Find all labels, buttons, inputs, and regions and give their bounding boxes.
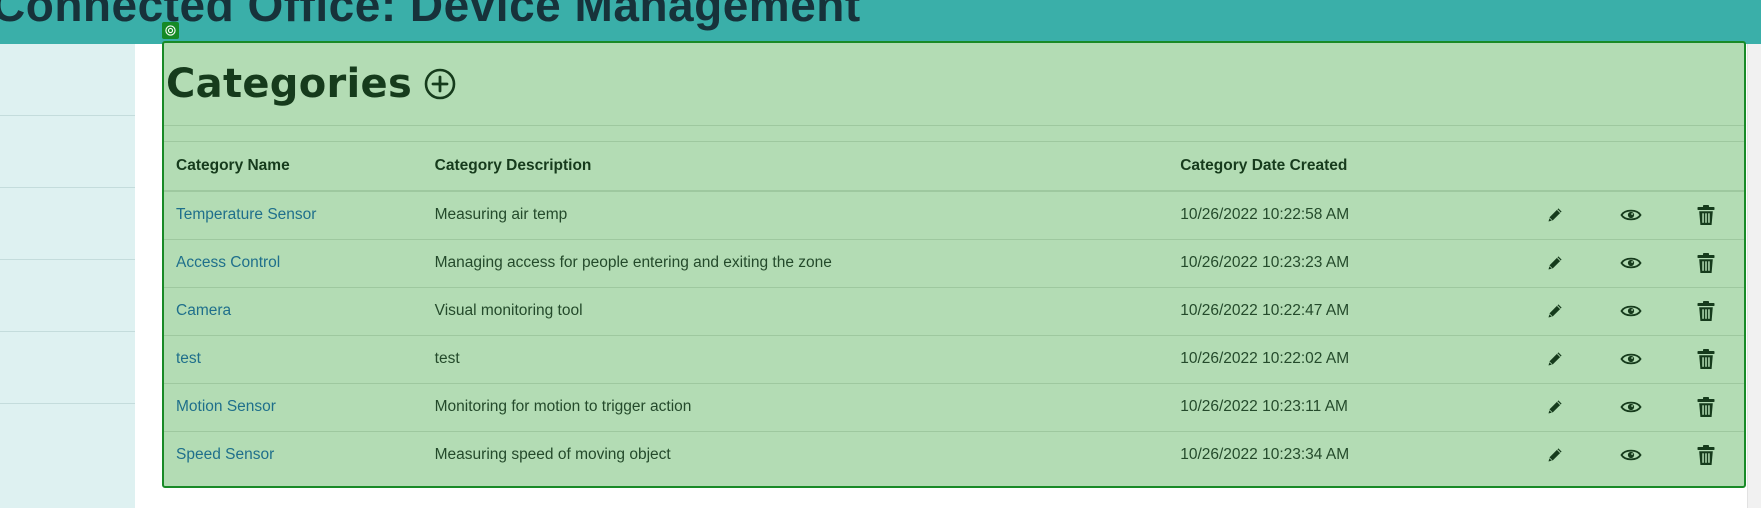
- category-name-cell: Access Control: [164, 239, 435, 288]
- pencil-icon[interactable]: [1545, 205, 1565, 225]
- category-description-cell: Visual monitoring tool: [434, 287, 1181, 336]
- column-header-view: [1592, 142, 1669, 192]
- categories-table: Category Name Category Description Categ…: [164, 142, 1744, 479]
- category-description-cell: Managing access for people entering and …: [434, 239, 1181, 288]
- edit-cell: [1517, 239, 1593, 288]
- sidebar-item[interactable]: [0, 260, 135, 332]
- plus-circle-icon: [424, 68, 456, 100]
- edit-cell: [1517, 383, 1593, 432]
- category-name-link[interactable]: Camera: [176, 302, 231, 319]
- add-category-button[interactable]: [424, 68, 456, 100]
- category-description-cell: test: [434, 335, 1181, 384]
- panel-header: Categories: [164, 43, 1744, 126]
- trash-icon[interactable]: [1696, 300, 1716, 322]
- pencil-icon[interactable]: [1545, 349, 1565, 369]
- category-date-cell: 10/26/2022 10:22:02 AM: [1180, 335, 1518, 384]
- table-row: Speed Sensor Measuring speed of moving o…: [164, 431, 1744, 479]
- column-header-edit: [1517, 142, 1593, 192]
- eye-icon[interactable]: [1620, 255, 1642, 271]
- eye-icon[interactable]: [1620, 447, 1642, 463]
- app-title: Connected Office: Device Management: [0, 0, 861, 31]
- category-name-cell: Camera: [164, 287, 435, 336]
- category-date-cell: 10/26/2022 10:22:47 AM: [1180, 287, 1518, 336]
- edit-cell: [1517, 191, 1593, 240]
- table-row: Motion Sensor Monitoring for motion to t…: [164, 383, 1744, 432]
- sidebar: [0, 44, 135, 508]
- pencil-icon[interactable]: [1545, 253, 1565, 273]
- delete-cell: [1668, 239, 1744, 288]
- view-cell: [1592, 383, 1669, 432]
- divider: [164, 126, 1744, 142]
- eye-icon[interactable]: [1620, 303, 1642, 319]
- category-description-cell: Measuring speed of moving object: [434, 446, 671, 464]
- category-name-cell: Motion Sensor: [164, 383, 435, 432]
- target-icon[interactable]: [162, 22, 179, 39]
- category-name-link[interactable]: Access Control: [176, 254, 280, 271]
- pencil-icon[interactable]: [1545, 397, 1565, 417]
- pencil-icon[interactable]: [1545, 301, 1565, 321]
- categories-panel: Categories Category Name Category Descri…: [162, 41, 1746, 488]
- delete-cell: [1668, 431, 1744, 479]
- category-date-cell: 10/26/2022 10:23:34 AM: [1180, 446, 1350, 464]
- table-row: Temperature Sensor Measuring air temp 10…: [164, 191, 1744, 240]
- category-name-cell: Speed Sensor: [164, 431, 435, 479]
- column-header-delete: [1668, 142, 1744, 192]
- view-cell: [1593, 431, 1669, 479]
- table-row: test test 10/26/2022 10:22:02 AM: [164, 335, 1744, 384]
- edit-cell: [1517, 431, 1593, 479]
- column-header-name: Category Name: [164, 142, 435, 192]
- category-description-cell: Monitoring for motion to trigger action: [434, 383, 1181, 432]
- view-cell: [1592, 239, 1669, 288]
- delete-cell: [1668, 335, 1744, 384]
- column-header-description: Category Description: [434, 142, 1181, 192]
- trash-icon[interactable]: [1696, 252, 1716, 274]
- trash-icon[interactable]: [1696, 204, 1716, 226]
- delete-cell: [1668, 191, 1744, 240]
- eye-icon[interactable]: [1620, 399, 1642, 415]
- pencil-icon[interactable]: [1545, 445, 1565, 465]
- category-name-link[interactable]: test: [176, 350, 201, 367]
- category-name-cell: test: [164, 335, 435, 384]
- delete-cell: [1668, 383, 1744, 432]
- category-name-link[interactable]: Motion Sensor: [176, 398, 276, 415]
- top-header: Connected Office: Device Management: [0, 0, 1761, 44]
- view-cell: [1592, 335, 1669, 384]
- view-cell: [1592, 287, 1669, 336]
- page-scrollbar[interactable]: [1747, 44, 1761, 508]
- sidebar-item[interactable]: [0, 44, 135, 116]
- category-name-link[interactable]: Speed Sensor: [176, 446, 274, 463]
- page-title: Categories: [166, 61, 413, 107]
- table-header-row: Category Name Category Description Categ…: [164, 142, 1744, 192]
- category-date-cell: 10/26/2022 10:23:11 AM: [1180, 383, 1518, 432]
- trash-icon[interactable]: [1696, 396, 1716, 418]
- sidebar-item[interactable]: [0, 116, 135, 188]
- edit-cell: [1517, 287, 1593, 336]
- delete-cell: [1668, 287, 1744, 336]
- category-name-link[interactable]: Temperature Sensor: [176, 206, 316, 223]
- category-date-cell: 10/26/2022 10:23:23 AM: [1180, 239, 1518, 288]
- table-row: Camera Visual monitoring tool 10/26/2022…: [164, 287, 1744, 336]
- category-description-cell: Measuring air temp: [434, 191, 1181, 240]
- column-header-date: Category Date Created: [1180, 142, 1518, 192]
- view-cell: [1592, 191, 1669, 240]
- sidebar-item[interactable]: [0, 188, 135, 260]
- table-row: Access Control Managing access for peopl…: [164, 239, 1744, 288]
- edit-cell: [1517, 335, 1593, 384]
- trash-icon[interactable]: [1696, 348, 1716, 370]
- eye-icon[interactable]: [1620, 207, 1642, 223]
- category-name-cell: Temperature Sensor: [164, 191, 435, 240]
- sidebar-item[interactable]: [0, 332, 135, 404]
- trash-icon[interactable]: [1696, 444, 1716, 466]
- category-date-cell: 10/26/2022 10:22:58 AM: [1180, 191, 1518, 240]
- eye-icon[interactable]: [1620, 351, 1642, 367]
